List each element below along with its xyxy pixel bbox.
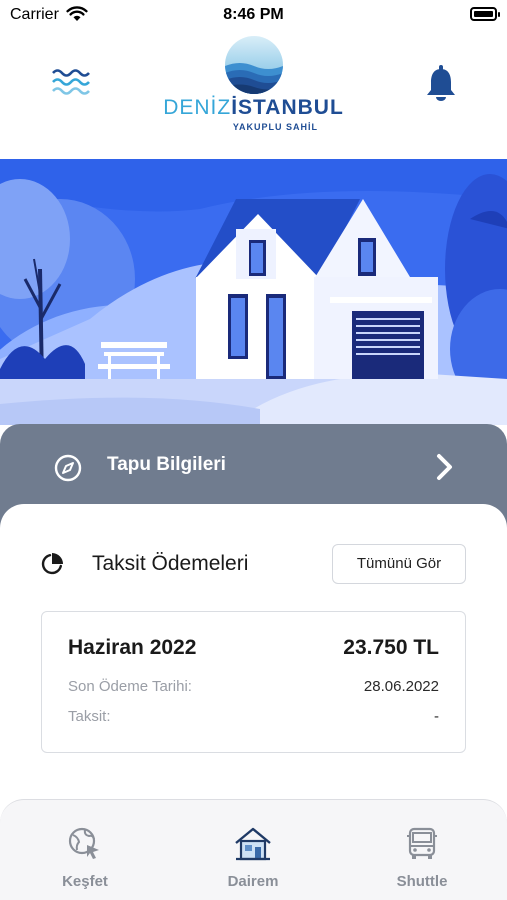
installments-title: Taksit Ödemeleri [92, 552, 249, 575]
tab-kesfet-label: Keşfet [62, 873, 108, 890]
brand-subtitle: YAKUPLU SAHİL [232, 122, 318, 132]
compass-icon [54, 454, 82, 482]
chevron-right-icon [437, 454, 452, 480]
tapu-bilgileri-label: Tapu Bilgileri [107, 454, 226, 475]
status-bar: Carrier 8:46 PM [0, 0, 507, 30]
see-all-button[interactable]: Tümünü Gör [332, 544, 466, 584]
globe-cursor-icon [68, 827, 99, 859]
pie-chart-icon [41, 553, 63, 575]
due-date-label: Son Ödeme Tarihi: [68, 678, 192, 695]
battery-icon [470, 7, 500, 21]
installments-panel: Taksit Ödemeleri Tümünü Gör Haziran 2022… [0, 504, 507, 804]
installment-number-label: Taksit: [68, 708, 111, 725]
waves-menu-icon[interactable] [52, 68, 90, 98]
due-date-value: 28.06.2022 [363, 678, 439, 695]
bus-icon [407, 827, 437, 859]
installment-number-value: - [434, 708, 439, 725]
house-icon [235, 827, 271, 861]
tab-shuttle[interactable]: Shuttle [362, 826, 482, 890]
hero-illustration [0, 159, 507, 425]
logo-emblem [225, 36, 283, 94]
clock-label: 8:46 PM [223, 6, 284, 23]
tab-kesfet[interactable]: Keşfet [25, 826, 145, 890]
tab-dairem[interactable]: Dairem [193, 826, 313, 890]
bell-icon[interactable] [424, 64, 458, 102]
tab-dairem-label: Dairem [227, 873, 279, 890]
app-header: DENİZİSTANBUL YAKUPLU SAHİL [0, 30, 507, 158]
installment-amount: 23.750 TL [343, 636, 439, 659]
tab-bar: Keşfet Dairem Shuttle [0, 799, 507, 900]
tab-shuttle-label: Shuttle [396, 873, 448, 890]
installment-month: Haziran 2022 [68, 636, 197, 659]
installment-card[interactable]: Haziran 2022 23.750 TL Son Ödeme Tarihi:… [41, 611, 466, 753]
